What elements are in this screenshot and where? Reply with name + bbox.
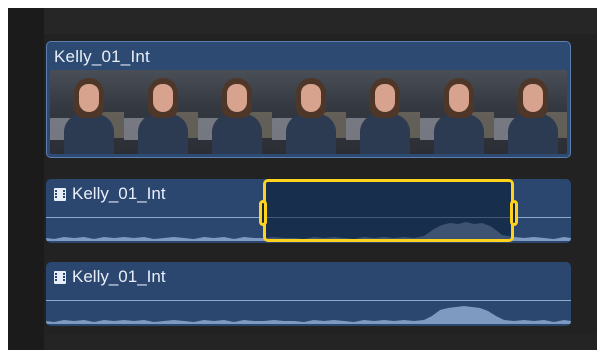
video-thumbnail xyxy=(346,70,420,154)
audio-clip-label: Kelly_01_Int xyxy=(54,184,166,204)
range-start-handle[interactable] xyxy=(259,200,267,226)
video-filmstrip xyxy=(50,70,567,154)
film-icon xyxy=(54,187,66,201)
video-thumbnail xyxy=(494,70,567,154)
audio-clip-kelly-2[interactable]: Kelly_01_Int xyxy=(46,262,571,326)
film-icon xyxy=(54,270,66,284)
range-selection[interactable] xyxy=(259,179,518,242)
video-thumbnail xyxy=(198,70,272,154)
audio-clip-title: Kelly_01_Int xyxy=(72,267,166,286)
timeline-bottom-band xyxy=(44,334,597,350)
screenshot-frame: Kelly_01_Int Kelly_01_Int Kelly_01_Int xyxy=(0,0,597,358)
range-end-handle[interactable] xyxy=(510,200,518,226)
audio-clip-label: Kelly_01_Int xyxy=(54,267,166,287)
timeline[interactable]: Kelly_01_Int Kelly_01_Int Kelly_01_Int xyxy=(8,8,597,350)
video-clip-kelly[interactable]: Kelly_01_Int xyxy=(46,41,571,158)
video-clip-title: Kelly_01_Int xyxy=(54,47,150,66)
audio-waveform xyxy=(46,306,571,324)
timeline-gutter xyxy=(8,8,44,350)
timeline-top-band xyxy=(44,8,597,34)
audio-clip-title: Kelly_01_Int xyxy=(72,184,166,203)
video-thumbnail xyxy=(420,70,494,154)
video-thumbnail xyxy=(272,70,346,154)
video-thumbnail xyxy=(50,70,124,154)
video-thumbnail xyxy=(124,70,198,154)
